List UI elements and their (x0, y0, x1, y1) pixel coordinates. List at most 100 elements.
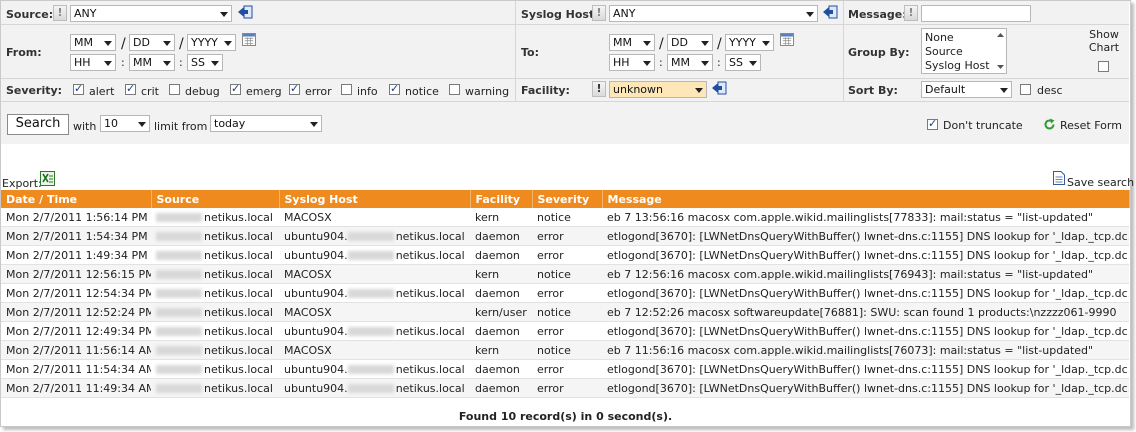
facility-select[interactable]: unknown (609, 81, 707, 98)
severity-checkbox-debug[interactable] (169, 84, 180, 95)
sort-by-select[interactable]: Default (921, 81, 1012, 98)
table-row[interactable]: Mon 2/7/2011 11:49:34 AM netikus.local ubu… (1, 378, 1129, 398)
group-by-listbox[interactable]: None Source Syslog Host (921, 28, 1007, 74)
from-year-select[interactable]: YYYY (187, 34, 236, 51)
cell-message: eb 7 11:56:16 macosx com.apple.wikid.mai… (602, 340, 1129, 360)
scrollbar[interactable] (996, 31, 1005, 71)
message-input[interactable] (921, 5, 1031, 22)
from-hour-select[interactable]: HH (70, 54, 116, 71)
host-text: MACOSX (284, 267, 332, 281)
table-row[interactable]: Mon 2/7/2011 1:54:34 PM netikus.local ubun… (1, 226, 1129, 246)
severity-label-emerg: emerg (246, 85, 282, 98)
search-button[interactable]: Search (7, 114, 69, 135)
limit-from-label: limit from (154, 120, 208, 133)
severity-label-debug: debug (185, 85, 220, 98)
severity-checkbox-notice[interactable] (389, 82, 400, 95)
excel-icon[interactable] (40, 171, 55, 186)
column-header[interactable]: Facility (470, 190, 533, 208)
insert-arrow-icon[interactable] (711, 81, 727, 95)
redacted-text (156, 289, 202, 298)
to-year-select[interactable]: YYYY (725, 34, 774, 51)
cell-source: netikus.local (151, 359, 279, 379)
severity-checkbox-crit[interactable] (125, 82, 136, 95)
desc-label: desc (1037, 84, 1063, 97)
limit-from-select[interactable]: today (210, 115, 322, 132)
cell-source: netikus.local (151, 283, 279, 303)
column-divider (843, 1, 844, 101)
from-month-select[interactable]: MM (70, 34, 116, 51)
cell-message: etlogond[3670]: [LWNetDnsQueryWithBuffer… (602, 321, 1129, 341)
refresh-icon[interactable] (1043, 118, 1056, 131)
cell-severity: error (532, 321, 602, 341)
severity-label-warning: warning (465, 85, 510, 98)
facility-not-toggle[interactable]: ! (592, 81, 606, 97)
cell-source: netikus.local (151, 226, 279, 246)
source-not-toggle[interactable]: ! (53, 5, 67, 21)
dont-truncate-checkbox[interactable] (927, 117, 938, 130)
table-row[interactable]: Mon 2/7/2011 11:56:14 AM netikus.local MAC… (1, 340, 1129, 360)
syslog-host-not-toggle[interactable]: ! (592, 5, 606, 21)
group-by-option[interactable]: None (925, 31, 954, 44)
results-table: Date / Time Source Syslog Host Facility … (1, 190, 1130, 398)
document-icon[interactable] (1053, 171, 1065, 185)
column-divider (515, 1, 516, 101)
from-second-select[interactable]: SS (187, 54, 223, 71)
severity-checkbox-error[interactable] (289, 82, 300, 95)
cell-severity: notice (532, 208, 602, 227)
column-header[interactable]: Source (151, 190, 280, 208)
severity-checkbox-warning[interactable] (449, 84, 460, 95)
column-header[interactable]: Date / Time (1, 190, 152, 208)
insert-arrow-icon[interactable] (237, 5, 253, 19)
from-minute-select[interactable]: MM (129, 54, 175, 71)
severity-label-info: info (357, 85, 378, 98)
cell-syslog-host: ubuntu904. netikus.local (279, 321, 470, 341)
calendar-icon[interactable] (242, 33, 256, 46)
severity-checkbox-info[interactable] (341, 84, 352, 95)
host-text: ubuntu904. (284, 248, 348, 262)
to-day-select[interactable]: DD (667, 34, 713, 51)
calendar-icon[interactable] (780, 33, 794, 46)
table-row[interactable]: Mon 2/7/2011 11:54:34 AM netikus.local ubu… (1, 359, 1129, 379)
insert-arrow-icon[interactable] (822, 5, 838, 19)
column-header[interactable]: Severity (532, 190, 603, 208)
source-select[interactable]: ANY (70, 5, 232, 22)
cell-date: Mon 2/7/2011 12:54:34 PM (1, 283, 151, 303)
source-text: netikus.local (204, 324, 273, 338)
to-minute-select[interactable]: MM (667, 54, 713, 71)
reset-form-button[interactable]: Reset Form (1060, 119, 1122, 132)
syslog-host-select[interactable]: ANY (609, 5, 818, 22)
cell-facility: daemon (470, 245, 532, 265)
to-month-select[interactable]: MM (609, 34, 655, 51)
syslog-host-label: Syslog Host: (521, 8, 599, 21)
table-row[interactable]: Mon 2/7/2011 12:52:24 PM netikus.local MAC… (1, 302, 1129, 322)
show-chart-checkbox[interactable] (1098, 61, 1109, 72)
table-row[interactable]: Mon 2/7/2011 1:49:34 PM netikus.local ubun… (1, 245, 1129, 265)
cell-severity: error (532, 359, 602, 379)
to-hour-select[interactable]: HH (609, 54, 655, 71)
group-by-option[interactable]: Source (925, 45, 963, 58)
table-row[interactable]: Mon 2/7/2011 12:56:15 PM netikus.local MAC… (1, 264, 1129, 284)
table-row[interactable]: Mon 2/7/2011 12:49:34 PM netikus.local ubu… (1, 321, 1129, 341)
cell-facility: kern (470, 264, 532, 284)
table-row[interactable]: Mon 2/7/2011 1:56:14 PM netikus.local MACO… (1, 208, 1129, 227)
cell-date: Mon 2/7/2011 11:54:34 AM (1, 359, 151, 379)
column-header[interactable]: Message (602, 190, 1130, 208)
limit-select[interactable]: 10 (100, 115, 150, 132)
cell-message: etlogond[3670]: [LWNetDnsQueryWithBuffer… (602, 359, 1129, 379)
host-suffix: netikus.local (395, 324, 465, 338)
cell-source: netikus.local (151, 340, 279, 360)
message-not-toggle[interactable]: ! (904, 5, 918, 21)
redacted-text (347, 289, 394, 298)
group-by-option[interactable]: Syslog Host (925, 59, 990, 72)
column-header[interactable]: Syslog Host (279, 190, 471, 208)
desc-checkbox[interactable] (1020, 84, 1031, 95)
to-second-select[interactable]: SS (725, 54, 761, 71)
severity-label-crit: crit (141, 85, 159, 98)
cell-date: Mon 2/7/2011 1:56:14 PM (1, 208, 151, 227)
from-day-select[interactable]: DD (129, 34, 175, 51)
time-separator: : (121, 56, 125, 69)
severity-checkbox-emerg[interactable] (230, 82, 241, 95)
save-search-link[interactable]: Save search (1067, 176, 1134, 189)
severity-checkbox-alert[interactable] (73, 82, 84, 95)
table-row[interactable]: Mon 2/7/2011 12:54:34 PM netikus.local ubu… (1, 283, 1129, 303)
